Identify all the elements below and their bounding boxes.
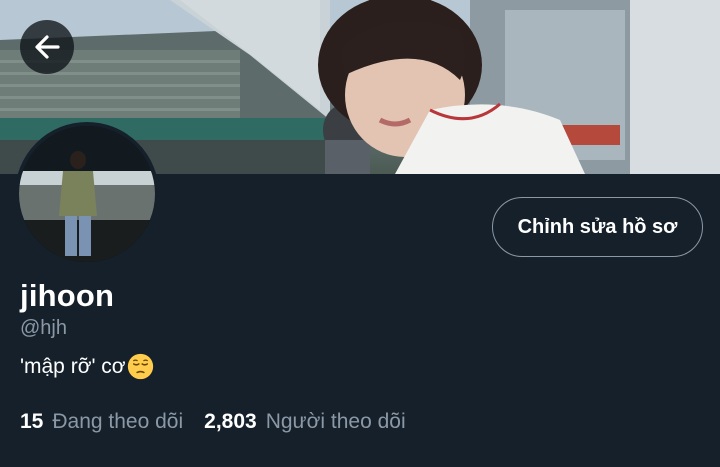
avatar[interactable] bbox=[15, 122, 159, 266]
followers-link[interactable]: 2,803 Người theo dõi bbox=[204, 410, 405, 434]
arrow-left-icon bbox=[35, 35, 60, 59]
user-handle: @hjh bbox=[20, 317, 67, 339]
bio-text: 'mập rỡ' cơ bbox=[20, 354, 126, 378]
edit-profile-label: Chỉnh sửa hồ sơ bbox=[517, 215, 678, 238]
following-label: Đang theo dõi bbox=[52, 410, 184, 433]
pensive-face-emoji-icon bbox=[127, 353, 153, 380]
following-link[interactable]: 15 Đang theo dõi bbox=[20, 410, 183, 434]
display-name: jihoon bbox=[20, 278, 115, 313]
followers-count: 2,803 bbox=[204, 410, 257, 433]
following-count: 15 bbox=[20, 410, 44, 433]
back-button[interactable] bbox=[20, 20, 74, 74]
followers-label: Người theo dõi bbox=[265, 410, 406, 433]
edit-profile-button[interactable]: Chỉnh sửa hồ sơ bbox=[492, 197, 703, 257]
profile-stats: 15 Đang theo dõi 2,803 Người theo dõi bbox=[20, 410, 406, 434]
bio: 'mập rỡ' cơ bbox=[20, 353, 154, 380]
avatar-photo bbox=[19, 126, 155, 262]
